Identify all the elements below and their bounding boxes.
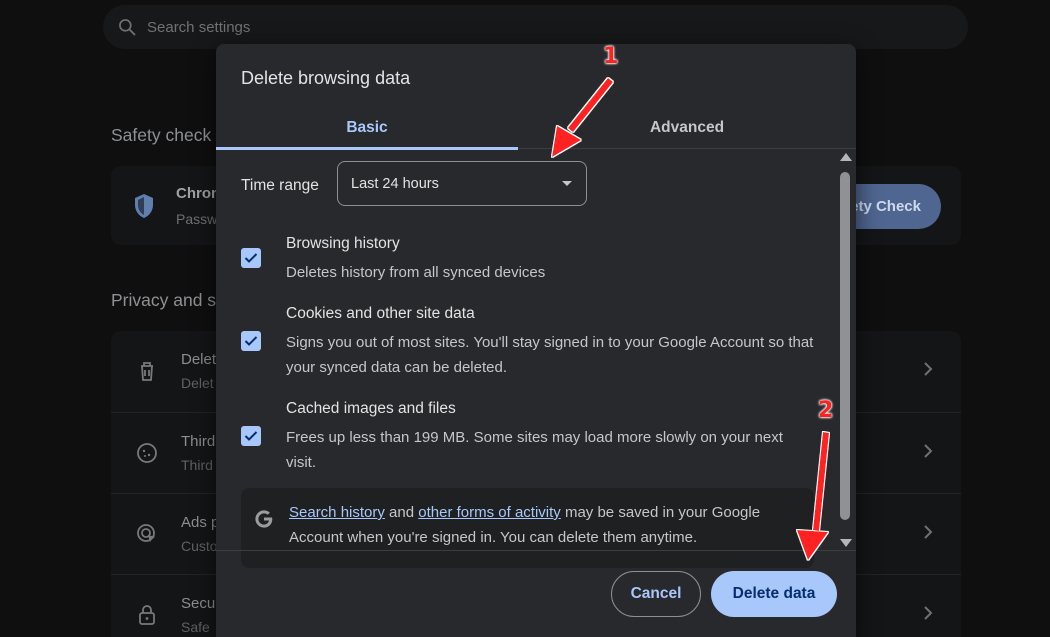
option-cached-images: Cached images and files Frees up less th… [241,400,821,475]
tab-basic[interactable]: Basic [216,106,518,150]
scroll-down-arrow-icon[interactable] [840,539,852,547]
chevron-right-icon [924,525,933,539]
safety-check-heading: Safety check [111,125,212,145]
dialog-scrollbar[interactable] [838,150,854,550]
settings-search-bar[interactable]: Search settings [103,5,968,49]
option-cookies: Cookies and other site data Signs you ou… [241,305,821,380]
privacy-heading: Privacy and s [111,290,217,310]
option-browsing-history: Browsing history Deletes history from al… [241,235,821,285]
annotation-label-1: 1 [603,44,619,69]
privacy-row-title: Secu [181,595,216,612]
info-text: Search history and other forms of activi… [289,500,809,550]
time-range-value: Last 24 hours [351,175,439,192]
cached-images-checkbox[interactable] [241,426,261,446]
checkmark-icon [244,253,258,263]
info-text-part: and [384,504,419,521]
option-description: Frees up less than 199 MB. Some sites ma… [286,429,783,471]
safety-card-title: Chron [176,185,221,202]
dialog-tabs: Basic Advanced [216,106,856,150]
checkmark-icon [244,336,258,346]
search-history-link[interactable]: Search history [289,504,385,521]
option-title: Cookies and other site data [286,305,475,322]
browsing-history-checkbox[interactable] [241,248,261,268]
privacy-row-subtitle: Third [181,457,213,473]
time-range-select[interactable]: Last 24 hours [337,161,587,206]
option-title: Browsing history [286,235,400,252]
chevron-right-icon [924,444,933,458]
chevron-right-icon [924,362,933,376]
option-description: Deletes history from all synced devices [286,264,546,281]
cookie-icon [137,443,157,463]
cookies-checkbox[interactable] [241,331,261,351]
lock-icon [139,605,155,625]
shield-icon [135,194,153,218]
option-description: Signs you out of most sites. You'll stay… [286,334,814,376]
checkmark-icon [244,431,258,441]
delete-browsing-data-dialog: Delete browsing data Basic Advanced Time… [216,44,856,637]
other-activity-link[interactable]: other forms of activity [418,504,561,521]
search-placeholder: Search settings [147,18,251,36]
time-range-label: Time range [241,177,319,194]
trash-icon [141,362,153,381]
tab-advanced[interactable]: Advanced [536,106,838,149]
dialog-scroll-area: Time range Last 24 hours Browsing histor… [216,150,856,568]
chevron-right-icon [924,606,933,620]
cancel-button[interactable]: Cancel [611,571,701,617]
scrollbar-thumb[interactable] [840,172,850,520]
safety-card-subtitle: Passw [176,211,218,227]
privacy-row-title: Third [181,433,216,450]
privacy-row-subtitle: Custo [181,538,218,554]
search-icon [119,19,136,36]
privacy-row-title: Delet [181,351,217,368]
dialog-title: Delete browsing data [241,68,411,88]
dropdown-caret-icon [562,181,572,186]
scroll-up-arrow-icon[interactable] [840,153,852,161]
privacy-row-subtitle: Safe [181,619,210,635]
option-title: Cached images and files [286,400,456,417]
privacy-row-subtitle: Delet [181,375,214,391]
delete-data-button[interactable]: Delete data [711,571,837,617]
dialog-footer: Cancel Delete data [216,550,856,637]
ads-icon [137,524,155,542]
google-g-icon [255,510,273,528]
privacy-row-title: Ads p [181,514,220,531]
annotation-label-2: 2 [818,398,834,423]
